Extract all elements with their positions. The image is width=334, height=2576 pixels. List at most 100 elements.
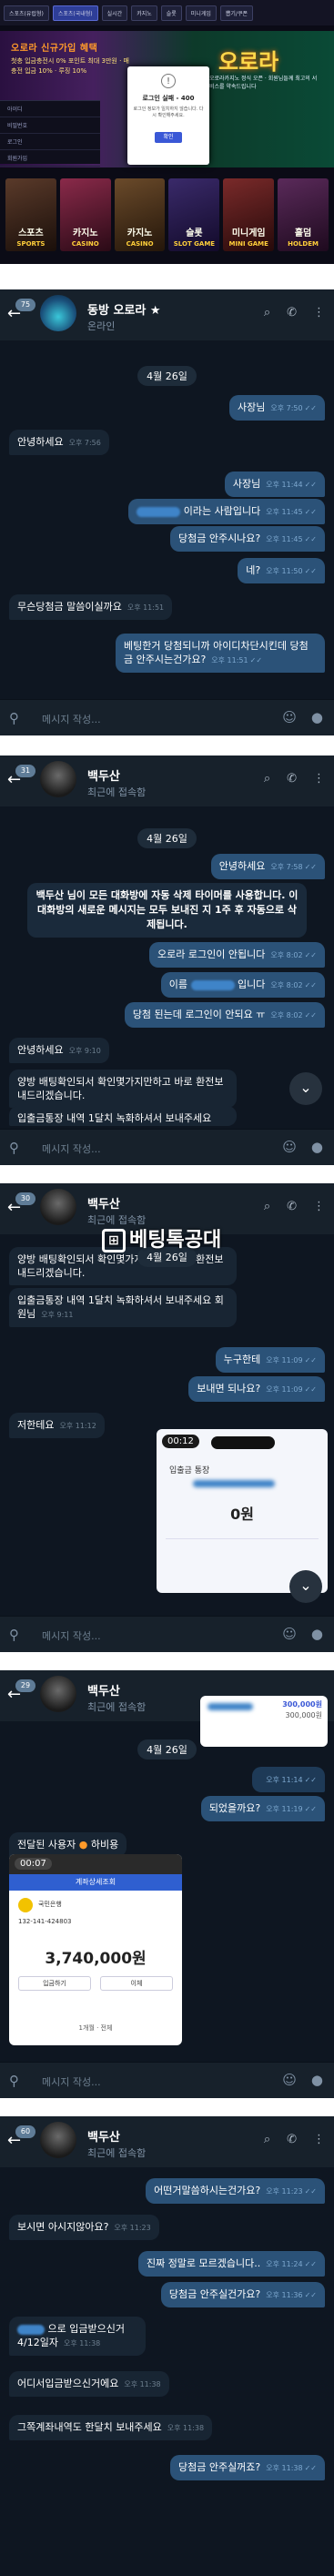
message-composer: ⚲ 메시지 작성... ☺ ● bbox=[0, 2062, 334, 2098]
sticker-icon[interactable]: ☺ bbox=[282, 1139, 297, 1155]
call-icon[interactable]: ✆ bbox=[287, 2133, 297, 2146]
redacted-name bbox=[137, 506, 181, 517]
message-out: 되었을까요? 오후 11:19 ✓✓ bbox=[200, 1796, 325, 1821]
sticker-icon[interactable]: ☺ bbox=[282, 2072, 297, 2088]
call-icon[interactable]: ✆ bbox=[287, 1200, 297, 1213]
message-out: 누구한테 오후 11:09 ✓✓ bbox=[215, 1347, 325, 1373]
nav-tab[interactable]: 뽑기/쿠폰 bbox=[219, 5, 253, 21]
alert-icon: ! bbox=[161, 74, 176, 88]
call-icon[interactable]: ✆ bbox=[287, 306, 297, 319]
message-composer: ⚲ 메시지 작성... ☺ ● bbox=[0, 699, 334, 735]
more-icon[interactable]: ⋮ bbox=[313, 2133, 325, 2146]
banner-title: 오로라 신규가입 혜택 bbox=[11, 44, 98, 54]
chat-header: ← 31 백두산 최근에 접속함 ⌕ ✆ ⋮ bbox=[0, 756, 334, 806]
message-input[interactable]: 메시지 작성... bbox=[42, 2074, 101, 2089]
message-composer: ⚲ 메시지 작성... ☺ ● bbox=[0, 1616, 334, 1652]
balance-amount: 3,740,000원 bbox=[45, 1950, 147, 1968]
avatar[interactable] bbox=[40, 295, 76, 331]
attach-icon[interactable]: ⚲ bbox=[9, 1627, 19, 1643]
attach-icon[interactable]: ⚲ bbox=[9, 1140, 19, 1156]
message-in: 저한테요 오후 11:12 bbox=[9, 1413, 105, 1438]
message-out: 이라는 사람입니다 오후 11:45 ✓✓ bbox=[128, 499, 325, 524]
search-icon[interactable]: ⌕ bbox=[264, 306, 270, 319]
nav-tab[interactable]: 슬롯 bbox=[160, 5, 182, 21]
message-in: 그쪽계좌내역도 한달치 보내주세요 오후 11:38 bbox=[9, 2415, 213, 2440]
call-icon[interactable]: ✆ bbox=[287, 772, 297, 786]
redacted-name bbox=[17, 2324, 45, 2335]
message-out: 사장님 오후 7:50 ✓✓ bbox=[228, 395, 325, 421]
game-label: SLOT GAME bbox=[173, 240, 216, 248]
avatar[interactable] bbox=[40, 2122, 76, 2158]
search-icon[interactable]: ⌕ bbox=[264, 2133, 270, 2146]
screen-title: 계좌상세조회 bbox=[75, 1878, 116, 1886]
nav-tab[interactable]: 실시간 bbox=[101, 5, 128, 21]
modal-body: 로그인 정보가 일치하지 않습니다. 다시 확인해주세요. bbox=[133, 106, 204, 118]
modal-ok-button[interactable]: 확인 bbox=[155, 132, 182, 143]
message-in: 안녕하세요 오후 7:56 bbox=[9, 430, 109, 455]
scroll-down-button[interactable]: ⌄ bbox=[289, 1072, 322, 1105]
login-id-field[interactable]: 아이디 bbox=[0, 101, 100, 117]
login-button[interactable]: 로그인 bbox=[0, 134, 100, 150]
more-icon[interactable]: ⋮ bbox=[313, 306, 325, 319]
message-in: 보시면 아시지않아요? 오후 11:23 bbox=[9, 2215, 159, 2240]
game-card[interactable]: 미니게임 MINI GAME bbox=[223, 178, 275, 251]
brand-logo: 오로라 bbox=[218, 49, 279, 75]
search-icon[interactable]: ⌕ bbox=[264, 772, 270, 786]
forwarded-header: 전달된 사용자 ● 하비용 bbox=[9, 1832, 127, 1857]
login-panel: 아이디 비밀번호 로그인 회원가입 bbox=[0, 100, 100, 167]
site-screenshot: 스포츠(유럽형) 스포츠(국내형) 실시간 카지노 슬롯 미니게임 뽑기/쿠폰 … bbox=[0, 0, 334, 264]
more-icon[interactable]: ⋮ bbox=[313, 1200, 325, 1213]
message-out: 베팅한거 당첨되니까 아이디차단시킨데 당첨금 안주시는건가요? 오후 11:51… bbox=[116, 634, 325, 673]
chat-panel-4: ← 29 백두산 최근에 접속함 300,000원 300,000원 4월 26… bbox=[0, 1670, 334, 2098]
more-icon[interactable]: ⋮ bbox=[313, 772, 325, 786]
mic-icon[interactable]: ● bbox=[311, 1139, 323, 1155]
message-out: 당첨금 안주실건가요? 오후 11:36 ✓✓ bbox=[160, 2282, 325, 2307]
mic-icon[interactable]: ● bbox=[311, 2072, 323, 2088]
video-duration: 00:07 bbox=[15, 1858, 52, 1870]
message-input[interactable]: 메시지 작성... bbox=[42, 712, 101, 726]
game-card[interactable]: 홀덤 HOLDEM bbox=[278, 178, 329, 251]
message-out: 당첨 된는데 로그인이 안되요 ㅠ 오후 8:02 ✓✓ bbox=[124, 1002, 325, 1028]
nav-tab[interactable]: 카지노 bbox=[131, 5, 157, 21]
video-attachment[interactable]: 00:07 계좌상세조회 국민은행 132-141-424803 3,740,0… bbox=[9, 1854, 182, 2045]
login-password-field[interactable]: 비밀번호 bbox=[0, 117, 100, 134]
avatar[interactable] bbox=[40, 761, 76, 797]
game-card[interactable]: 카지노 CASINO bbox=[114, 178, 166, 251]
game-category-row: 스포츠 SPORTS 카지노 CASINO 카지노 CASINO 슬롯 SLOT GAM… bbox=[0, 178, 334, 264]
sticker-icon[interactable]: ☺ bbox=[282, 709, 297, 725]
scroll-down-button[interactable]: ⌄ bbox=[289, 1570, 322, 1603]
mic-icon[interactable]: ● bbox=[311, 709, 323, 725]
game-card[interactable]: 카지노 CASINO bbox=[59, 178, 111, 251]
message-out: 당첨금 안주시나요? 오후 11:45 ✓✓ bbox=[169, 526, 325, 552]
modal-title: 로그인 실패 - 400 bbox=[142, 95, 195, 102]
contact-name: 백두산 bbox=[87, 1198, 120, 1212]
attach-icon[interactable]: ⚲ bbox=[9, 2073, 19, 2089]
login-error-modal: ! 로그인 실패 - 400 로그인 정보가 일치하지 않습니다. 다시 확인해… bbox=[127, 66, 209, 165]
account-label: 입출금 통장 bbox=[169, 1466, 210, 1476]
avatar[interactable] bbox=[40, 1189, 76, 1225]
game-card[interactable]: 슬롯 SLOT GAME bbox=[168, 178, 220, 251]
nav-tab[interactable]: 스포츠(유럽형) bbox=[4, 5, 49, 21]
message-out: 오후 11:14 ✓✓ bbox=[252, 1767, 325, 1792]
contact-status: 온라인 bbox=[87, 320, 116, 332]
game-label: CASINO bbox=[126, 240, 154, 248]
message-out: 사장님 오후 11:44 ✓✓ bbox=[224, 472, 325, 497]
chat-panel-1: ← 75 동방 오로라 ★ 온라인 ⌕ ✆ ⋮ 4월 26일 사장님 오후 7:50 ✓… bbox=[0, 289, 334, 735]
date-pill: 4월 26일 bbox=[0, 1739, 334, 1760]
nav-tab[interactable]: 미니게임 bbox=[185, 5, 217, 21]
signup-button[interactable]: 회원가입 bbox=[0, 150, 100, 167]
game-card[interactable]: 스포츠 SPORTS bbox=[5, 178, 56, 251]
sticker-icon[interactable]: ☺ bbox=[282, 1626, 297, 1642]
mic-icon[interactable]: ● bbox=[311, 1626, 323, 1642]
message-out: 안녕하세요 오후 7:58 ✓✓ bbox=[210, 854, 325, 879]
unread-badge: 30 bbox=[15, 1192, 35, 1205]
avatar[interactable] bbox=[40, 1676, 76, 1712]
watermark: ⊞ 베팅톡공대 bbox=[102, 1223, 221, 1253]
attach-icon[interactable]: ⚲ bbox=[9, 710, 19, 726]
message-input[interactable]: 메시지 작성... bbox=[42, 1628, 101, 1643]
nav-tab[interactable]: 스포츠(국내형) bbox=[52, 5, 98, 21]
video-attachment[interactable]: 00:12 입출금 통장 0원 bbox=[157, 1429, 328, 1593]
game-label: HOLDEM bbox=[288, 240, 319, 248]
message-input[interactable]: 메시지 작성... bbox=[42, 1141, 101, 1156]
search-icon[interactable]: ⌕ bbox=[264, 1200, 270, 1213]
